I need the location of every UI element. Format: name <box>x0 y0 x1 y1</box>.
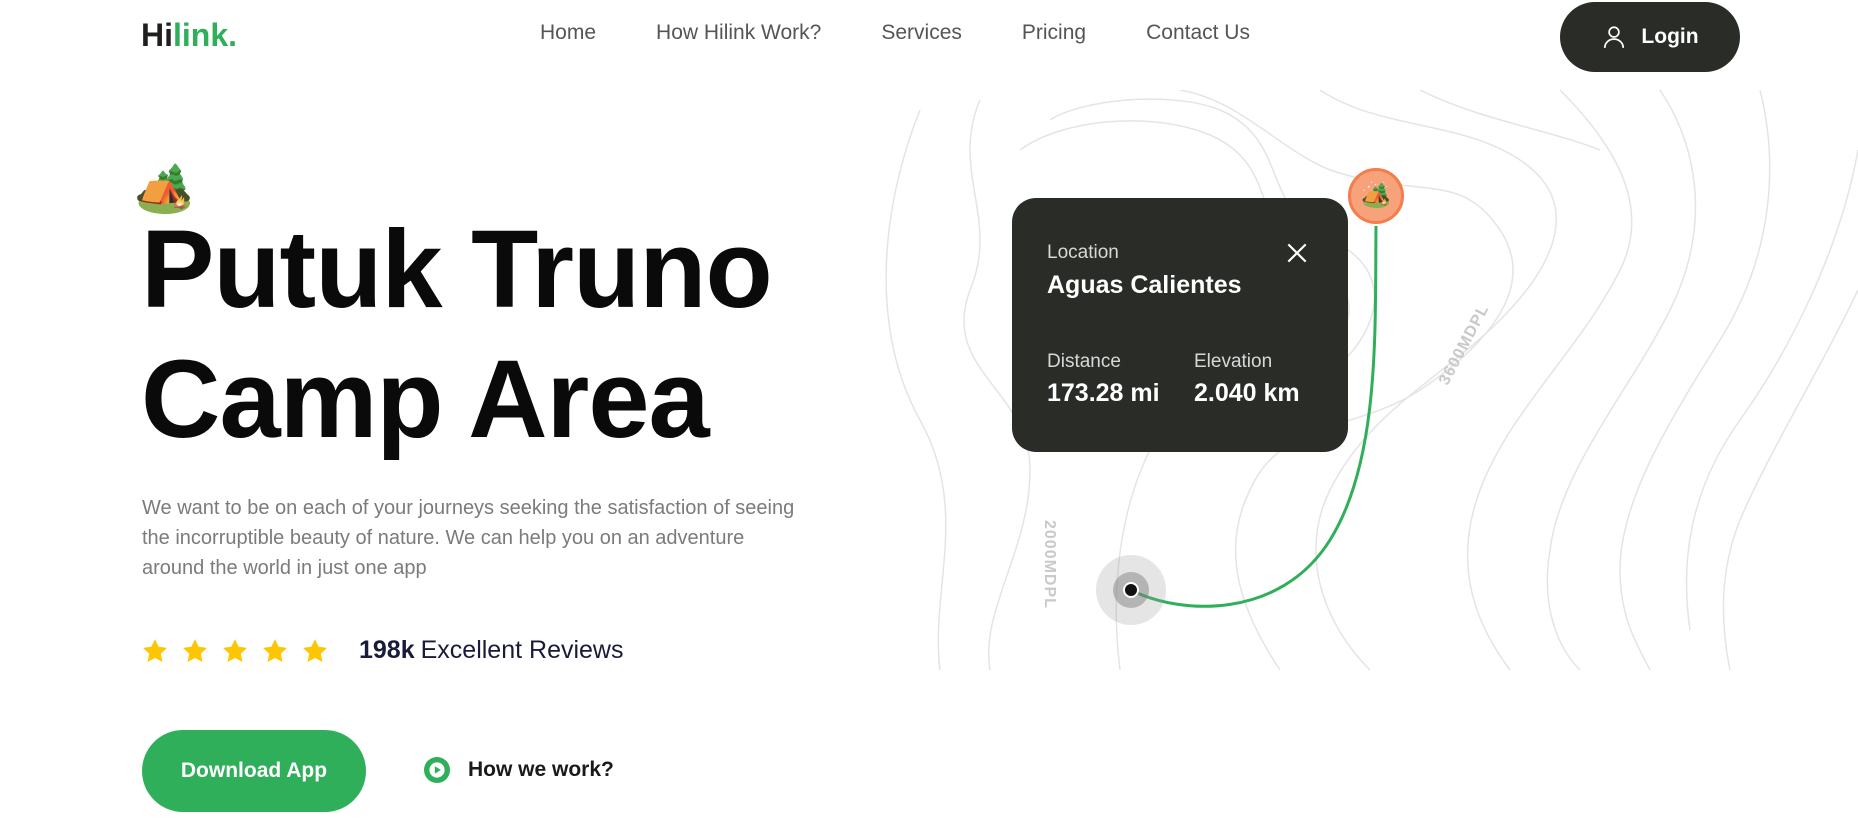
route-path <box>1130 225 1378 608</box>
distance-value: 173.28 mi <box>1047 379 1160 407</box>
location-value: Aguas Calientes <box>1047 271 1242 299</box>
elevation-value: 2.040 km <box>1194 379 1300 407</box>
close-icon[interactable] <box>1284 240 1310 266</box>
location-label: Location <box>1047 242 1119 263</box>
contour-label-2000: 2000MDPL <box>1041 520 1058 609</box>
destination-pin-icon[interactable]: 🏕️ <box>1348 168 1404 224</box>
distance-label: Distance <box>1047 351 1121 372</box>
start-location-marker[interactable] <box>1096 555 1166 625</box>
start-marker-core <box>1123 582 1139 598</box>
location-info-card: Location Aguas Calientes Distance 173.28… <box>1012 198 1348 452</box>
elevation-label: Elevation <box>1194 351 1273 372</box>
